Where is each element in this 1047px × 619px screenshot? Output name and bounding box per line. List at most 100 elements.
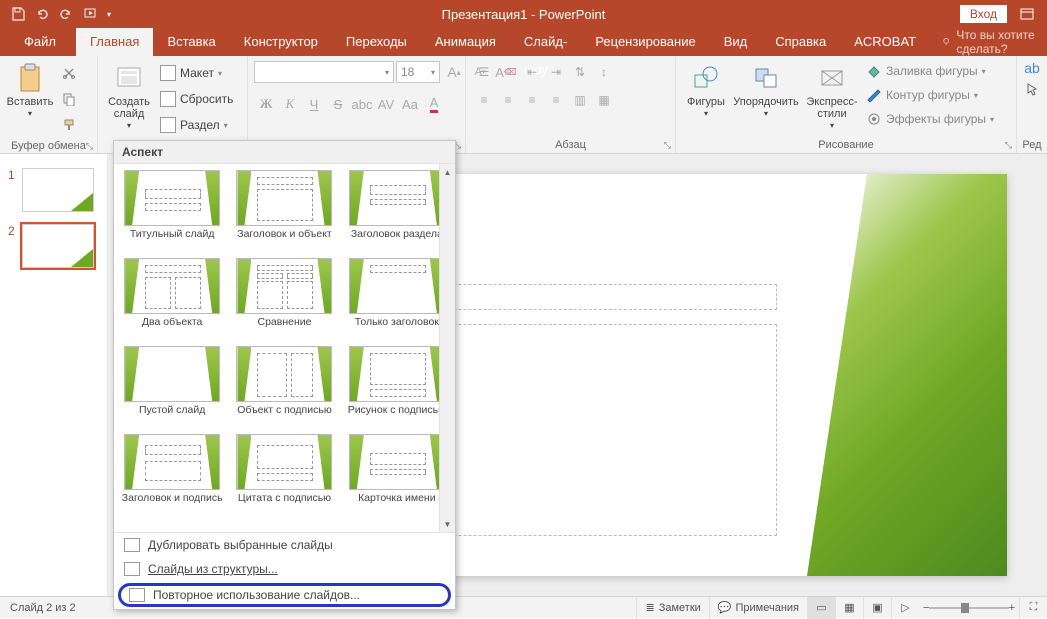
signin-button[interactable]: Вход — [960, 5, 1007, 23]
decrease-indent-icon[interactable]: ⇤ — [520, 60, 544, 84]
arrange-icon — [750, 62, 782, 94]
shape-outline-button[interactable]: Контур фигуры▾ — [866, 84, 994, 106]
text-direction-icon[interactable]: ↕ — [592, 60, 616, 84]
clipboard-launcher-icon[interactable]: ⤡ — [86, 141, 93, 152]
qat-customize-icon[interactable]: ▾ — [102, 3, 116, 25]
strikethrough-button[interactable]: S — [326, 92, 350, 116]
ribbon-options-icon[interactable] — [1015, 8, 1039, 20]
copy-icon[interactable] — [58, 88, 80, 110]
layout-option[interactable]: Два объекта — [120, 258, 224, 340]
align-right-icon[interactable]: ≡ — [520, 88, 544, 112]
reset-button[interactable]: Сбросить — [156, 88, 237, 110]
drawing-launcher-icon[interactable]: ⤡ — [1005, 140, 1012, 151]
increase-font-icon[interactable]: A▴ — [442, 60, 466, 84]
tab-animations[interactable]: Анимация — [421, 28, 510, 56]
font-family-combo[interactable]: ▾ — [254, 61, 394, 83]
tab-slideshow[interactable]: Слайд-шоу — [510, 28, 581, 56]
shape-fill-button[interactable]: Заливка фигуры▾ — [866, 60, 994, 82]
quick-styles-button[interactable]: Экспресс-стили▾ — [802, 60, 862, 132]
layout-option[interactable]: Объект с подписью — [232, 346, 336, 428]
comments-button[interactable]: 💬Примечания — [709, 597, 807, 619]
layout-button[interactable]: Макет▾ — [156, 62, 237, 84]
font-color-icon[interactable]: A — [422, 92, 446, 116]
notes-button[interactable]: ≣Заметки — [636, 597, 708, 619]
layout-option[interactable]: Пустой слайд — [120, 346, 224, 428]
tab-transitions[interactable]: Переходы — [332, 28, 421, 56]
gallery-scrollbar[interactable]: ▲ ▼ — [439, 164, 455, 532]
shapes-button[interactable]: Фигуры▾ — [682, 60, 730, 120]
tab-insert[interactable]: Вставка — [153, 28, 229, 56]
layout-option[interactable]: Заголовок и подпись — [120, 434, 224, 516]
tab-acrobat[interactable]: ACROBAT — [840, 28, 930, 56]
justify-icon[interactable]: ≡ — [544, 88, 568, 112]
slideshow-view-icon[interactable]: ▷ — [891, 597, 919, 619]
effects-icon — [866, 112, 882, 126]
fit-to-window-icon[interactable]: ⛶ — [1019, 597, 1047, 619]
tab-home[interactable]: Главная — [76, 28, 153, 56]
underline-button[interactable]: Ч — [302, 92, 326, 116]
layout-option[interactable]: Карточка имени — [345, 434, 449, 516]
outline-file-icon — [124, 562, 140, 576]
sorter-view-icon[interactable]: ▦ — [835, 597, 863, 619]
new-slide-button[interactable]: Создать слайд ▾ — [104, 60, 154, 132]
select-icon[interactable] — [1025, 82, 1039, 99]
redo-icon[interactable] — [54, 3, 78, 25]
shapes-icon — [690, 62, 722, 94]
smartart-icon[interactable]: ▦ — [592, 88, 616, 112]
notes-icon: ≣ — [645, 601, 654, 614]
tab-file[interactable]: Файл — [4, 28, 76, 56]
save-icon[interactable] — [6, 3, 30, 25]
undo-icon[interactable] — [30, 3, 54, 25]
clipboard-icon — [14, 62, 46, 94]
paste-button[interactable]: Вставить ▾ — [6, 60, 54, 120]
tab-help[interactable]: Справка — [761, 28, 840, 56]
tell-me-search[interactable]: Что вы хотите сделать? — [930, 28, 1047, 56]
tab-review[interactable]: Рецензирование — [581, 28, 709, 56]
layout-option-label: Цитата с подписью — [238, 492, 331, 516]
numbering-icon[interactable]: ≡ — [496, 60, 520, 84]
line-spacing-icon[interactable]: ⇅ — [568, 60, 592, 84]
zoom-slider[interactable]: − + — [919, 597, 1019, 619]
slide-thumbnail[interactable]: 2 — [0, 224, 107, 268]
align-left-icon[interactable]: ≡ — [472, 88, 496, 112]
normal-view-icon[interactable]: ▭ — [807, 597, 835, 619]
char-spacing-icon[interactable]: AV — [374, 92, 398, 116]
slide-thumbnail[interactable]: 1 — [0, 168, 107, 212]
cut-icon[interactable] — [58, 62, 80, 84]
paragraph-launcher-icon[interactable]: ⤡ — [664, 140, 671, 151]
scroll-down-icon[interactable]: ▼ — [440, 516, 455, 532]
slide-thumbnail-panel: 1 2 — [0, 154, 108, 596]
section-button[interactable]: Раздел▾ — [156, 114, 237, 136]
bullets-icon[interactable]: ☰ — [472, 60, 496, 84]
zoom-in-icon[interactable]: + — [1009, 602, 1015, 614]
replace-icon[interactable]: ab — [1024, 60, 1040, 76]
scroll-up-icon[interactable]: ▲ — [440, 164, 455, 180]
layout-option[interactable]: Заголовок раздела — [345, 170, 449, 252]
arrange-button[interactable]: Упорядочить▾ — [730, 60, 802, 120]
duplicate-slides-item[interactable]: Дублировать выбранные слайды — [114, 533, 455, 557]
font-size-combo[interactable]: 18▾ — [396, 61, 440, 83]
tab-view[interactable]: Вид — [710, 28, 762, 56]
layout-option[interactable]: Сравнение — [232, 258, 336, 340]
slides-from-outline-item[interactable]: Слайды из структуры... — [114, 557, 455, 581]
layout-option[interactable]: Цитата с подписью — [232, 434, 336, 516]
format-painter-icon[interactable] — [58, 114, 80, 136]
duplicate-icon — [124, 538, 140, 552]
layout-option[interactable]: Заголовок и объект — [232, 170, 336, 252]
layout-option[interactable]: Только заголовок — [345, 258, 449, 340]
tab-design[interactable]: Конструктор — [230, 28, 332, 56]
align-center-icon[interactable]: ≡ — [496, 88, 520, 112]
shape-effects-button[interactable]: Эффекты фигуры▾ — [866, 108, 994, 130]
layout-option[interactable]: Титульный слайд — [120, 170, 224, 252]
reading-view-icon[interactable]: ▣ — [863, 597, 891, 619]
reuse-slides-item[interactable]: Повторное использование слайдов... — [118, 583, 451, 607]
columns-icon[interactable]: ▥ — [568, 88, 592, 112]
layout-option-label: Карточка имени — [358, 492, 436, 516]
shadow-button[interactable]: abc — [350, 92, 374, 116]
start-from-beginning-icon[interactable] — [78, 3, 102, 25]
change-case-icon[interactable]: Aa — [398, 92, 422, 116]
increase-indent-icon[interactable]: ⇥ — [544, 60, 568, 84]
layout-option[interactable]: Рисунок с подписью — [345, 346, 449, 428]
italic-button[interactable]: К — [278, 92, 302, 116]
bold-button[interactable]: Ж — [254, 92, 278, 116]
